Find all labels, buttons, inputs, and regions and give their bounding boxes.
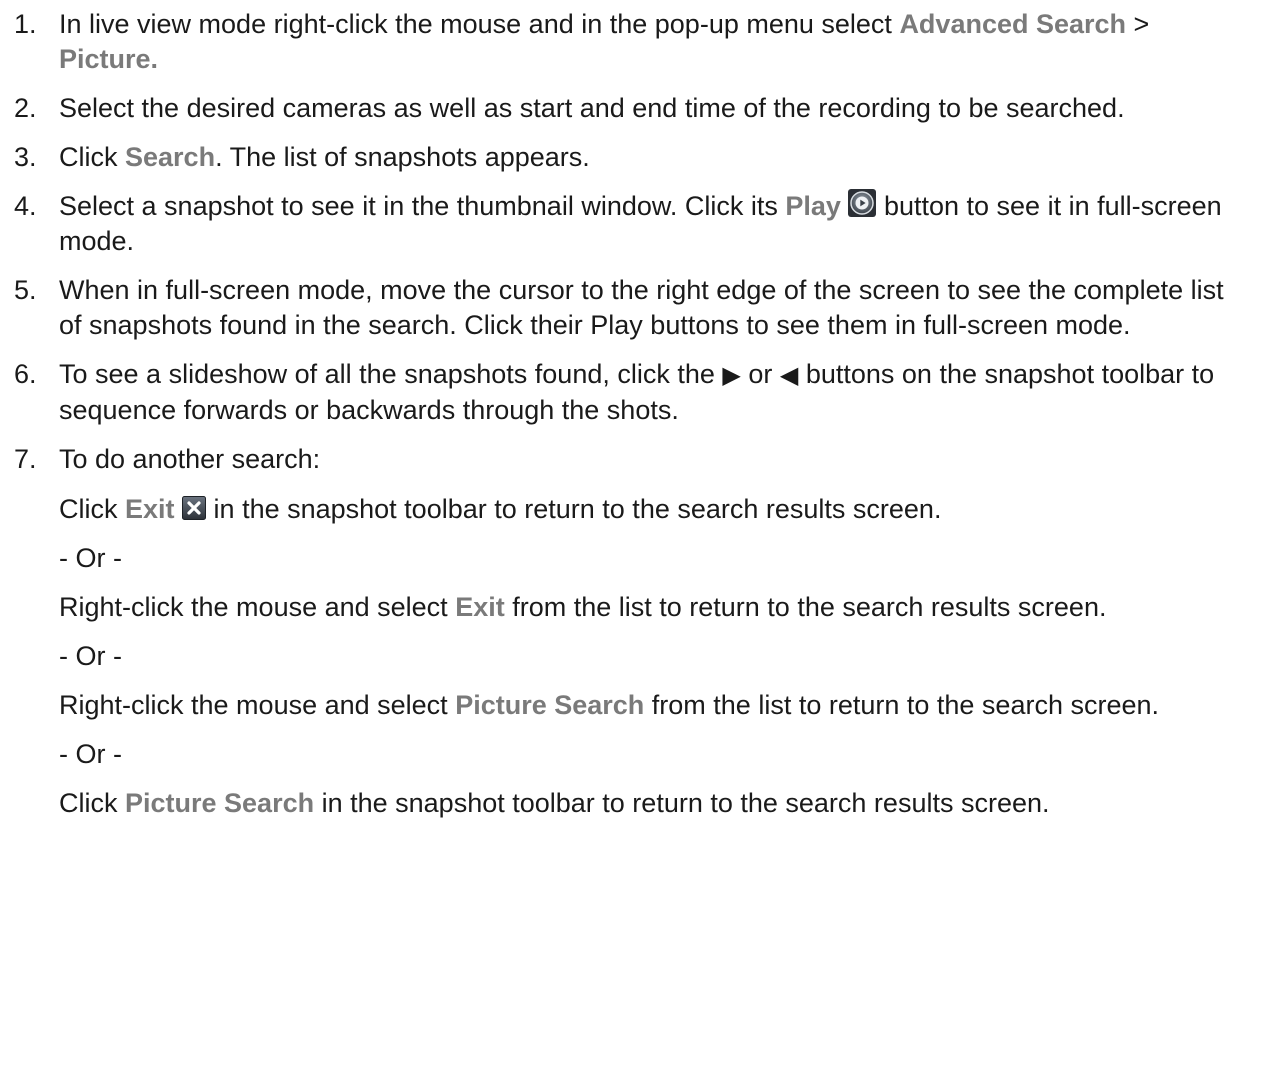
step-text: To do another search: [59, 444, 321, 474]
option-text: in the snapshot toolbar to return to the… [206, 494, 942, 524]
button-keyword-search: Search [125, 142, 216, 172]
close-x-icon [182, 496, 207, 520]
button-keyword-picture-search: Picture Search [125, 788, 315, 818]
option-text: from the list to return to the search re… [504, 592, 1107, 622]
option-text: Right-click the mouse and select [59, 690, 456, 720]
step-number: 6. [14, 359, 37, 389]
option-text: Right-click the mouse and select [59, 592, 456, 622]
menu-keyword-advanced-search: Advanced Search [899, 9, 1127, 39]
step-2: 2. Select the desired cameras as well as… [0, 91, 1264, 126]
step-text: In live view mode right-click the mouse … [59, 9, 900, 39]
step-7-option-exit-toolbar: Click Exit in the snapshot toolbar to re… [0, 492, 1264, 527]
instructions-page: 1. In live view mode right-click the mou… [0, 0, 1264, 1090]
menu-keyword-exit: Exit [455, 592, 505, 622]
step-text: Select the desired cameras as well as st… [59, 93, 1125, 123]
step-text: > [1126, 9, 1150, 39]
button-keyword-play: Play [785, 191, 841, 221]
forward-arrow-icon: ▶ [722, 362, 741, 389]
step-7-option-picture-search-menu: Right-click the mouse and select Picture… [0, 688, 1264, 723]
option-text: in the snapshot toolbar to return to the… [314, 788, 1050, 818]
backward-arrow-icon: ◀ [779, 362, 799, 389]
button-keyword-exit: Exit [125, 494, 175, 524]
step-7-option-exit-menu: Right-click the mouse and select Exit fr… [0, 590, 1264, 625]
step-number: 1. [14, 9, 37, 39]
step-text: Click [59, 142, 125, 172]
or-separator: - Or - [59, 641, 122, 671]
menu-keyword-picture: Picture. [59, 44, 159, 74]
step-7: 7. To do another search: [0, 442, 1264, 477]
step-6: 6. To see a slideshow of all the snapsho… [0, 357, 1264, 428]
step-number: 3. [14, 142, 37, 172]
option-text: Click [59, 494, 125, 524]
step-text: To see a slideshow of all the snapshots … [59, 359, 723, 389]
step-7-option-picture-search-toolbar: Click Picture Search in the snapshot too… [0, 786, 1264, 821]
step-5: 5. When in full-screen mode, move the cu… [0, 273, 1264, 343]
step-1: 1. In live view mode right-click the mou… [0, 7, 1264, 77]
step-3: 3. Click Search. The list of snapshots a… [0, 140, 1264, 175]
step-text: . The list of snapshots appears. [215, 142, 590, 172]
step-text: or [740, 359, 780, 389]
step-4: 4. Select a snapshot to see it in the th… [0, 189, 1264, 259]
step-number: 7. [14, 444, 37, 474]
option-text: from the list to return to the search sc… [644, 690, 1160, 720]
step-number: 2. [14, 93, 37, 123]
option-text: Click [59, 788, 125, 818]
step-number: 5. [14, 275, 37, 305]
step-text: When in full-screen mode, move the curso… [59, 275, 1224, 340]
or-separator: - Or - [59, 739, 122, 769]
menu-keyword-picture-search: Picture Search [455, 690, 645, 720]
play-circle-icon [848, 189, 877, 217]
step-text: Select a snapshot to see it in the thumb… [59, 191, 786, 221]
step-number: 4. [14, 191, 37, 221]
or-separator: - Or - [59, 543, 122, 573]
